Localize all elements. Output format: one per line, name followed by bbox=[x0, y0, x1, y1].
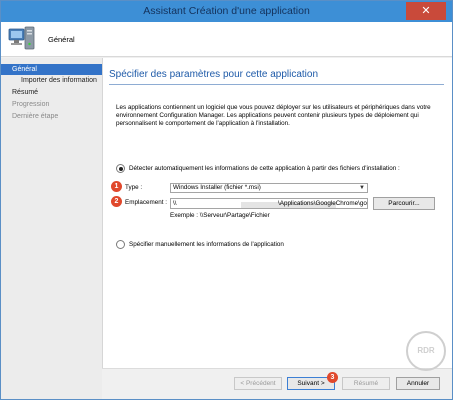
step-badge-2: 2 bbox=[111, 196, 122, 207]
chevron-down-icon: ▼ bbox=[359, 185, 365, 191]
window-title: Assistant Création d'une application bbox=[143, 5, 310, 17]
nav-item-summary[interactable]: Résumé bbox=[1, 87, 102, 98]
type-select-value: Windows Installer (fichier *.msi) bbox=[173, 184, 261, 191]
auto-detect-radio[interactable] bbox=[116, 164, 125, 173]
nav-item-general[interactable]: Général bbox=[1, 64, 102, 75]
header-label: Général bbox=[48, 35, 75, 44]
page-title: Spécifier des paramètres pour cette appl… bbox=[109, 69, 319, 80]
browse-button[interactable]: Parcourir... bbox=[373, 197, 435, 210]
heading-divider bbox=[109, 84, 444, 85]
location-label: Emplacement : bbox=[125, 199, 167, 206]
nav-item-progress: Progression bbox=[12, 101, 50, 108]
wizard-window: Assistant Création d'une application ✕ G… bbox=[0, 0, 453, 400]
location-input[interactable]: \\ \Applications\GoogleChrome\googlechro… bbox=[170, 198, 368, 209]
content-pane: Spécifier des paramètres pour cette appl… bbox=[102, 58, 452, 368]
nav-item-last-step: Dernière étape bbox=[12, 113, 59, 120]
manual-label: Spécifier manuellement les informations … bbox=[129, 241, 284, 248]
nav-item-import[interactable]: Importer des information bbox=[1, 75, 102, 86]
location-prefix: \\ bbox=[173, 200, 177, 207]
computer-icon bbox=[8, 26, 35, 50]
manual-radio[interactable] bbox=[116, 240, 125, 249]
title-bar[interactable]: Assistant Création d'une application ✕ bbox=[1, 1, 452, 22]
step-badge-1: 1 bbox=[111, 181, 122, 192]
close-button[interactable]: ✕ bbox=[406, 2, 446, 20]
cancel-button[interactable]: Annuler bbox=[396, 377, 440, 390]
watermark-logo: RDR bbox=[406, 331, 446, 371]
summary-button: Résumé bbox=[342, 377, 390, 390]
location-example: Exemple : \\Serveur\Partage\Fichier bbox=[170, 212, 270, 219]
previous-button: < Précédent bbox=[234, 377, 282, 390]
wizard-nav: Général Importer des information Résumé … bbox=[1, 58, 102, 399]
type-label: Type : bbox=[125, 184, 143, 191]
type-select[interactable]: Windows Installer (fichier *.msi) ▼ bbox=[170, 183, 368, 193]
wizard-header: Général bbox=[1, 22, 452, 57]
description-text: Les applications contiennent un logiciel… bbox=[116, 104, 431, 128]
wizard-footer: < Précédent Suivant > 3 Résumé Annuler bbox=[102, 368, 452, 399]
step-badge-3: 3 bbox=[327, 372, 338, 383]
location-value: \Applications\GoogleChrome\googlechrome bbox=[278, 200, 367, 207]
auto-detect-label: Détecter automatiquement les information… bbox=[129, 165, 400, 172]
